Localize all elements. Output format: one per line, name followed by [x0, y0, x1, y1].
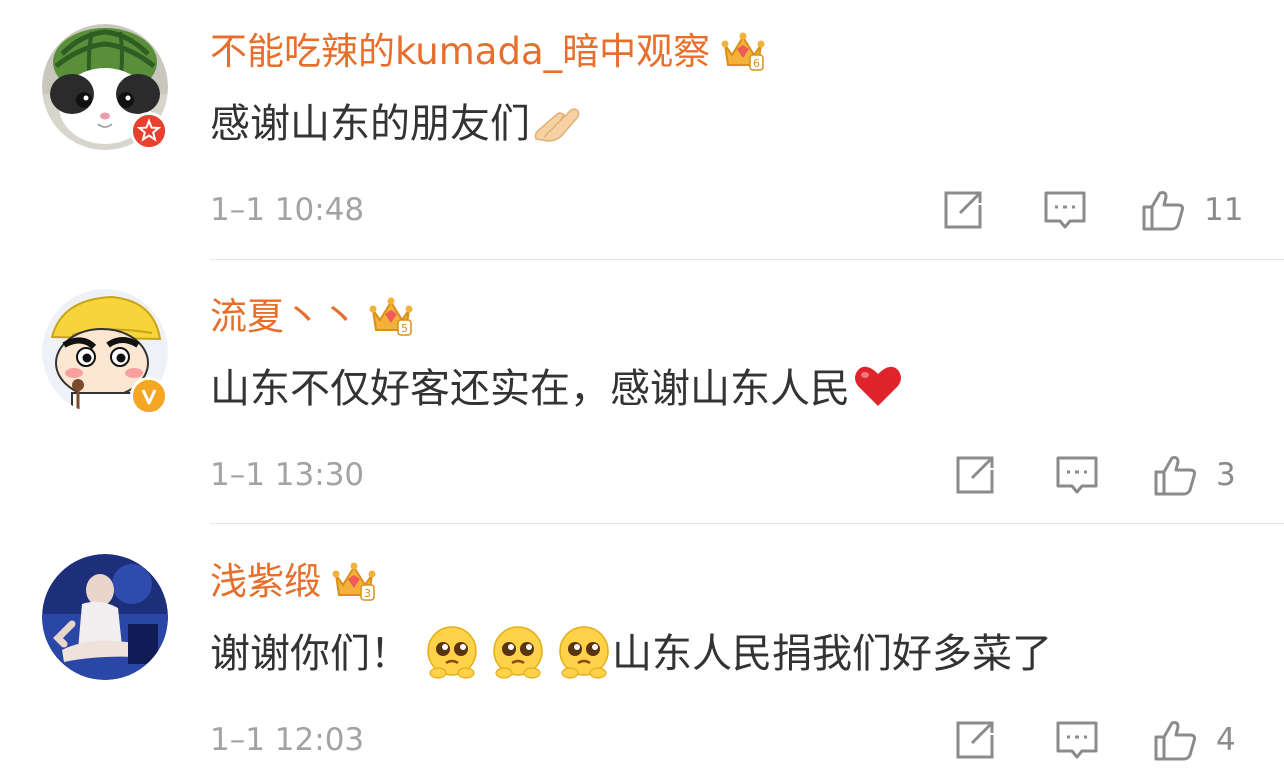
comment-icon	[1056, 721, 1098, 759]
share-icon	[956, 456, 994, 494]
timestamp: 1–1 10:48	[210, 192, 365, 228]
pleading-face-icon	[556, 623, 612, 679]
like-button[interactable]: 3	[1152, 451, 1236, 499]
red-heart-icon	[850, 358, 906, 414]
crown-level-icon: 3	[331, 557, 377, 603]
divider	[210, 259, 1284, 260]
like-button[interactable]: 4	[1152, 716, 1236, 764]
avatar[interactable]	[42, 554, 168, 680]
timestamp: 1–1 12:03	[210, 722, 365, 758]
username-text[interactable]: 不能吃辣的kumada_暗中观察	[210, 30, 710, 73]
comment-text: 山东不仅好客还实在，感谢山东人民	[210, 361, 906, 419]
divider	[210, 523, 1284, 524]
comment-icon	[1056, 456, 1098, 494]
comment-text: 感谢山东的朋友们	[210, 96, 586, 154]
crown-level-number: 3	[364, 587, 371, 600]
pleading-face-icon	[424, 623, 480, 679]
username[interactable]: 不能吃辣的kumada_暗中观察 6	[210, 26, 766, 78]
crown-level-number: 6	[753, 57, 760, 70]
username-text[interactable]: 流夏丶丶	[210, 295, 358, 338]
share-icon	[956, 721, 994, 759]
like-count: 4	[1216, 722, 1236, 758]
comment-text-content: 谢谢你们！	[210, 631, 410, 677]
thumbs-up-icon	[1142, 191, 1184, 231]
comment-text-content: 山东不仅好客还实在，感谢山东人民	[210, 366, 850, 412]
pleading-face-icon	[490, 623, 546, 679]
crown-level-icon: 6	[720, 27, 766, 73]
comment-button[interactable]	[1054, 716, 1100, 764]
crown-level-number: 5	[401, 322, 408, 335]
comment-text-content: 感谢山东的朋友们	[210, 101, 530, 147]
comment-text-content: 山东人民捐我们好多菜了	[612, 631, 1052, 677]
forward-button[interactable]	[952, 451, 998, 499]
username[interactable]: 流夏丶丶 5	[210, 291, 414, 343]
crown-level-icon: 5	[368, 292, 414, 338]
like-count: 11	[1204, 192, 1244, 228]
comment-button[interactable]	[1054, 451, 1100, 499]
timestamp: 1–1 13:30	[210, 457, 365, 493]
comment-icon	[1044, 191, 1086, 229]
forward-button[interactable]	[940, 186, 986, 234]
like-count: 3	[1216, 457, 1236, 493]
thumbs-up-icon	[1154, 721, 1196, 761]
comment-text: 谢谢你们！ 山东人民捐我们好多菜了	[210, 626, 1052, 684]
username-text[interactable]: 浅紫缎	[210, 560, 321, 603]
share-icon	[944, 191, 982, 229]
thumbs-up-icon	[1154, 456, 1196, 496]
star-badge-icon	[130, 112, 168, 150]
like-button[interactable]: 11	[1140, 186, 1243, 234]
hands-together-icon	[530, 93, 586, 149]
comment-button[interactable]	[1042, 186, 1088, 234]
verified-v-badge-icon	[130, 377, 168, 415]
username[interactable]: 浅紫缎 3	[210, 556, 377, 608]
forward-button[interactable]	[952, 716, 998, 764]
